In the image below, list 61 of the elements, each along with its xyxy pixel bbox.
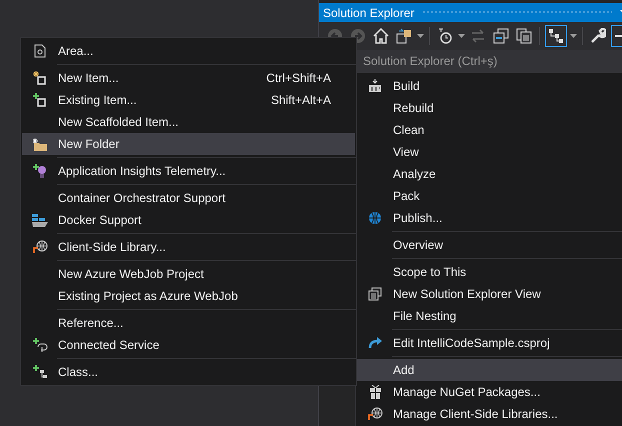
collapse-button[interactable] <box>491 26 511 46</box>
globe-icon <box>32 240 48 254</box>
context-menu-item[interactable]: Build <box>357 75 622 97</box>
plus-square-icon <box>33 93 47 107</box>
wrench-icon <box>590 28 606 44</box>
factory-icon <box>368 79 382 93</box>
folder-icon <box>32 138 48 150</box>
context-menu-item[interactable]: Clean <box>357 119 622 141</box>
submenu-item[interactable]: Connected Service <box>22 334 355 356</box>
home-icon <box>373 28 389 44</box>
context-menu-item[interactable]: Analyze <box>357 163 622 185</box>
sparkle-square-icon <box>33 71 47 85</box>
caret-icon[interactable] <box>570 34 577 38</box>
submenu-item[interactable]: Reference... <box>22 312 355 334</box>
sync-arrows-icon <box>470 28 486 44</box>
context-menu-item[interactable]: Edit IntelliCodeSample.csproj <box>357 332 622 354</box>
submenu-item[interactable]: Container Orchestrator Support <box>22 187 355 209</box>
box-stack-icon <box>32 214 48 226</box>
submenu-item[interactable]: New Folder <box>22 133 355 155</box>
home-button[interactable] <box>371 26 391 46</box>
submenu-item[interactable]: Existing Project as Azure WebJob <box>22 285 355 307</box>
windows-icon <box>368 287 382 301</box>
context-menu-item[interactable]: View <box>357 141 622 163</box>
panel-title: Solution Explorer <box>323 6 414 20</box>
context-menu-item[interactable]: Scope to This <box>357 261 622 283</box>
submenu-item[interactable]: New Scaffolded Item... <box>22 111 355 133</box>
submenu-item[interactable]: Existing Item... Shift+Alt+A <box>22 89 355 111</box>
context-menu-item[interactable]: New Solution Explorer View <box>357 283 622 305</box>
context-menu-item[interactable]: Publish... <box>357 207 622 229</box>
submenu-item[interactable]: Application Insights Telemetry... <box>22 160 355 182</box>
context-menu-item[interactable]: Add <box>357 359 622 381</box>
tree-button[interactable] <box>545 25 567 47</box>
context-menu-item[interactable]: File Nesting <box>357 305 622 327</box>
curved-arrow-icon <box>367 336 383 350</box>
submenu-item[interactable]: Class... <box>22 361 355 383</box>
context-menu-item[interactable]: Rebuild <box>357 97 622 119</box>
pages-button[interactable] <box>514 26 534 46</box>
submenu-item[interactable]: Area... <box>22 40 355 62</box>
submenu-item[interactable]: Docker Support <box>22 209 355 231</box>
submenu-item[interactable]: New Azure WebJob Project <box>22 263 355 285</box>
collapse-icon <box>493 28 509 44</box>
context-menu-item[interactable]: Manage Client-Side Libraries... <box>357 403 622 425</box>
context-menu-item[interactable]: Pack <box>357 185 622 207</box>
context-menu-item[interactable]: Overview <box>357 234 622 256</box>
clock-icon <box>437 28 453 44</box>
folder-sync-button[interactable] <box>394 26 414 46</box>
submenu-item[interactable]: New Item... Ctrl+Shift+A <box>22 67 355 89</box>
folder-sync-icon <box>396 28 412 44</box>
caret-icon[interactable] <box>417 34 424 38</box>
globe-icon <box>368 407 382 421</box>
caret-icon[interactable] <box>458 34 465 38</box>
gift-icon <box>368 385 382 399</box>
globe-icon <box>368 211 382 225</box>
class-icon <box>32 365 48 379</box>
pages-icon <box>516 28 532 44</box>
context-menu-item[interactable]: Manage NuGet Packages... <box>357 381 622 403</box>
submenu-item[interactable]: Client-Side Library... <box>22 236 355 258</box>
tree-icon <box>548 28 564 44</box>
plug-icon <box>32 338 48 352</box>
lightbulb-icon <box>33 164 47 178</box>
page-icon <box>34 44 46 58</box>
